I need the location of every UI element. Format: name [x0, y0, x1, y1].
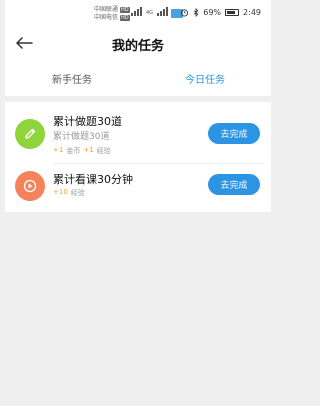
- system-status: 69% 2:49: [180, 8, 261, 17]
- carrier-2: 中国电信: [94, 14, 119, 21]
- task-list: 累计做题30道 累计做题30道 +1 金币 +1 经验 去完成 累计看课30分钟…: [5, 102, 271, 212]
- reward-coin-amount: +1: [53, 146, 64, 154]
- signal-icons: 4G: [131, 7, 169, 16]
- reward-exp-amount: +1: [83, 146, 94, 154]
- task-icon-badge: [15, 171, 45, 201]
- task-title: 累计看课30分钟: [53, 173, 133, 186]
- battery-percent: 69%: [203, 8, 222, 17]
- nav-bar: 我的任务: [5, 28, 271, 58]
- task-icon-badge: [15, 119, 45, 149]
- signal-icon: [157, 7, 169, 16]
- item-divider: [53, 163, 265, 164]
- complete-task-button[interactable]: 去完成: [208, 174, 260, 195]
- reward-coin-label: 金币: [66, 147, 81, 155]
- pencil-icon: [25, 128, 36, 139]
- bluetooth-icon: [194, 8, 199, 17]
- reward-exp-label: 经验: [70, 189, 85, 197]
- hd-badge: HD: [120, 7, 130, 13]
- play-icon: [23, 179, 37, 193]
- network-type: 4G: [146, 10, 154, 16]
- battery-icon: [225, 9, 240, 16]
- tab-bar: 新手任务 今日任务: [5, 58, 271, 96]
- complete-task-button[interactable]: 去完成: [208, 123, 260, 144]
- reward-exp-label: 经验: [96, 147, 111, 155]
- task-item: 累计做题30道 累计做题30道 +1 金币 +1 经验 去完成: [5, 108, 271, 160]
- task-subtitle: 累计做题30道: [53, 132, 110, 142]
- carrier-info: 中国联通 HD 中国电信 HD: [94, 6, 130, 22]
- task-item: 累计看课30分钟 +10 经验 去完成: [5, 165, 271, 217]
- tab-today-tasks[interactable]: 今日任务: [185, 71, 225, 86]
- tab-newbie-tasks[interactable]: 新手任务: [52, 71, 92, 86]
- task-reward: +10 经验: [53, 188, 85, 198]
- carrier-1: 中国联通: [94, 6, 119, 13]
- alarm-icon: [181, 9, 189, 17]
- reward-exp-amount: +10: [53, 188, 68, 196]
- task-title: 累计做题30道: [53, 115, 122, 128]
- signal-icon: [131, 7, 142, 16]
- clock: 2:49: [243, 8, 261, 17]
- hd-badge: HD: [120, 15, 130, 21]
- status-bar: 中国联通 HD 中国电信 HD 4G 69% 2:49: [5, 0, 271, 28]
- task-reward: +1 金币 +1 经验: [53, 146, 111, 156]
- app-frame: 中国联通 HD 中国电信 HD 4G 69% 2:49 我的任务 新手任务 今日…: [5, 0, 271, 406]
- page-title: 我的任务: [111, 39, 164, 54]
